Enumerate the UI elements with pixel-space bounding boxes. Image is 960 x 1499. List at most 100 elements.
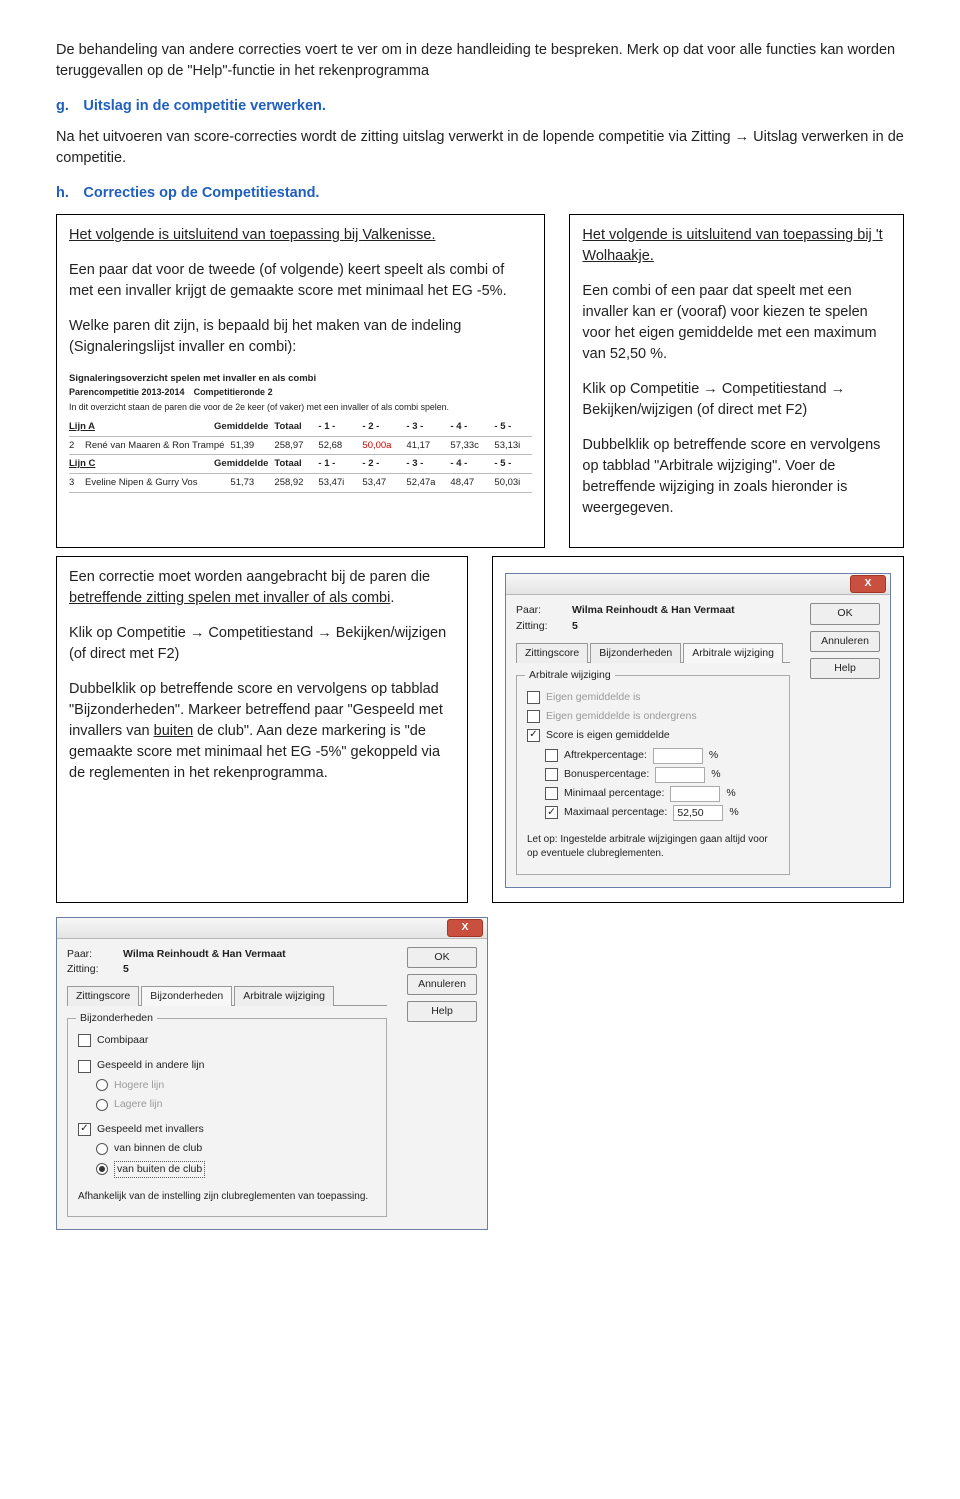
field-aftrek[interactable] <box>653 748 703 764</box>
lijn-c-label: Lijn C <box>69 457 208 471</box>
row-a-v6: 53,13i <box>494 439 532 453</box>
row-a-v5: 57,33c <box>450 439 488 453</box>
paar-label-2: Paar: <box>67 947 111 962</box>
group-arbitrale: Arbitrale wijziging Eigen gemiddelde is … <box>516 675 790 875</box>
ok-button[interactable]: OK <box>810 603 880 624</box>
col-2: - 2 - <box>362 420 400 434</box>
row-c-v0: 51,73 <box>230 476 268 490</box>
row-c-v4: 52,47a <box>406 476 444 490</box>
paar-value-2: Wilma Reinhoudt & Han Vermaat <box>123 947 286 962</box>
tab-zittingscore-2[interactable]: Zittingscore <box>67 986 139 1006</box>
dialog-titlebar: X <box>506 574 890 595</box>
lbl-combipaar: Combipaar <box>97 1033 148 1048</box>
chk-min[interactable] <box>545 787 558 800</box>
rdo-binnen[interactable] <box>96 1143 108 1155</box>
tab-bijzonderheden-2[interactable]: Bijzonderheden <box>141 986 232 1006</box>
help-button-2[interactable]: Help <box>407 1001 477 1022</box>
left-para-3: Welke paren dit zijn, is bepaald bij het… <box>69 316 532 358</box>
col-gem-c: Gemiddelde <box>214 457 268 471</box>
pct-2: % <box>711 767 720 782</box>
lbl-score-eigen: Score is eigen gemiddelde <box>546 728 670 743</box>
rdo-lagere[interactable] <box>96 1099 108 1111</box>
tab-arbitrale-wijziging-2[interactable]: Arbitrale wijziging <box>234 986 334 1006</box>
chk-eigen-gemiddelde[interactable] <box>527 691 540 704</box>
chk-ondergrenss[interactable] <box>527 710 540 723</box>
col-4c: - 4 - <box>450 457 488 471</box>
chk-combipaar[interactable] <box>78 1034 91 1047</box>
lbl-andere-lijn: Gespeeld in andere lijn <box>97 1058 204 1073</box>
right-lead-text: Het volgende is uitsluitend van toepassi… <box>582 227 875 243</box>
lbl-eigen-gemiddelde: Eigen gemiddelde is <box>546 690 641 705</box>
chk-invallers[interactable]: ✓ <box>78 1123 91 1136</box>
signaling-list: Signaleringsoverzicht spelen met invalle… <box>69 372 532 493</box>
help-button[interactable]: Help <box>810 658 880 679</box>
lower-left-p3: Dubbelklik op betreffende score en vervo… <box>69 679 455 784</box>
left-box: Het volgende is uitsluitend van toepassi… <box>56 214 545 548</box>
zitting-label: Zitting: <box>516 619 560 634</box>
sig-title: Signaleringsoverzicht spelen met invalle… <box>69 372 532 386</box>
pct-4: % <box>729 805 738 820</box>
dialog-tabs-2: Zittingscore Bijzonderheden Arbitrale wi… <box>67 985 387 1006</box>
tab-arbitrale-wijziging[interactable]: Arbitrale wijziging <box>683 643 783 663</box>
field-min[interactable] <box>670 786 720 802</box>
right-para-4: Dubbelklik op betreffende score en vervo… <box>582 435 891 519</box>
right-lead: Het volgende is uitsluitend van toepassi… <box>582 225 891 267</box>
ok-button-2[interactable]: OK <box>407 947 477 968</box>
section-g-heading: g. Uitslag in de competitie verwerken. <box>56 96 904 117</box>
zitting-value-2: 5 <box>123 962 129 977</box>
right-box: Het volgende is uitsluitend van toepassi… <box>569 214 904 548</box>
row-a-v3: 50,00a <box>362 439 400 453</box>
row-a-num: 2 <box>69 439 79 453</box>
rdo-buiten[interactable] <box>96 1163 108 1175</box>
chk-score-eigen[interactable]: ✓ <box>527 729 540 742</box>
row-c-v5: 48,47 <box>450 476 488 490</box>
chk-aftrek[interactable] <box>545 749 558 762</box>
sig-sub: Parencompetitie 2013-2014 Competitierond… <box>69 386 532 399</box>
lower-left-box: Een correctie moet worden aangebracht bi… <box>56 556 468 902</box>
sig-row-c: 3 Eveline Nipen & Gurry Vos 51,73 258,92… <box>69 474 532 493</box>
lower-right-box: X Paar: Wilma Reinhoudt & Han Vermaat Zi… <box>492 556 904 902</box>
col-4: - 4 - <box>450 420 488 434</box>
field-bonus[interactable] <box>655 767 705 783</box>
lbl-invallers: Gespeeld met invallers <box>97 1122 204 1137</box>
row-c-v1: 258,92 <box>274 476 312 490</box>
zitting-label-2: Zitting: <box>67 962 111 977</box>
close-icon-2[interactable]: X <box>447 919 483 937</box>
dialog-bijzonderheden: X Paar: Wilma Reinhoudt & Han Vermaat Zi… <box>56 917 488 1231</box>
ll-p1c: . <box>390 590 394 606</box>
cancel-button-2[interactable]: Annuleren <box>407 974 477 995</box>
lower-left-p1: Een correctie moet worden aangebracht bi… <box>69 567 455 609</box>
chk-bonus[interactable] <box>545 768 558 781</box>
rdo-hogere[interactable] <box>96 1079 108 1091</box>
lijn-a-label: Lijn A <box>69 420 208 434</box>
cancel-button[interactable]: Annuleren <box>810 631 880 652</box>
lbl-aftrek: Aftrekpercentage: <box>564 748 647 763</box>
ll-p1b: betreffende zitting spelen met invaller … <box>69 590 390 606</box>
row-a-v1: 258,97 <box>274 439 312 453</box>
left-lead-text: Het volgende is uitsluitend van toepassi… <box>69 227 362 243</box>
tab-zittingscore[interactable]: Zittingscore <box>516 643 588 663</box>
row-a-name: René van Maaren & Ron Trampé <box>85 439 224 453</box>
close-icon[interactable]: X <box>850 575 886 593</box>
dialog-titlebar-2: X <box>57 918 487 939</box>
right-para-3: Klik op Competitie → Competitiestand → B… <box>582 379 891 421</box>
row-c-v3: 53,47 <box>362 476 400 490</box>
left-lead: Het volgende is uitsluitend van toepassi… <box>69 225 532 246</box>
lbl-hogere: Hogere lijn <box>114 1078 164 1093</box>
lower-left-p2: Klik op Competitie → Competitiestand → B… <box>69 623 455 665</box>
row-c-v2: 53,47i <box>318 476 356 490</box>
sig-note: In dit overzicht staan de paren die voor… <box>69 401 532 414</box>
zitting-value: 5 <box>572 619 578 634</box>
col-tot: Totaal <box>274 420 312 434</box>
pct-1: % <box>709 748 718 763</box>
lbl-buiten: van buiten de club <box>114 1161 205 1178</box>
paar-value: Wilma Reinhoudt & Han Vermaat <box>572 603 735 618</box>
two-column-boxes: Het volgende is uitsluitend van toepassi… <box>56 214 904 548</box>
col-1: - 1 - <box>318 420 356 434</box>
field-max[interactable]: 52,50 <box>673 805 723 821</box>
chk-max[interactable]: ✓ <box>545 806 558 819</box>
bij-note: Afhankelijk van de instelling zijn clubr… <box>78 1190 376 1205</box>
tab-bijzonderheden[interactable]: Bijzonderheden <box>590 643 681 663</box>
right-para-2: Een combi of een paar dat speelt met een… <box>582 281 891 365</box>
chk-andere-lijn[interactable] <box>78 1060 91 1073</box>
